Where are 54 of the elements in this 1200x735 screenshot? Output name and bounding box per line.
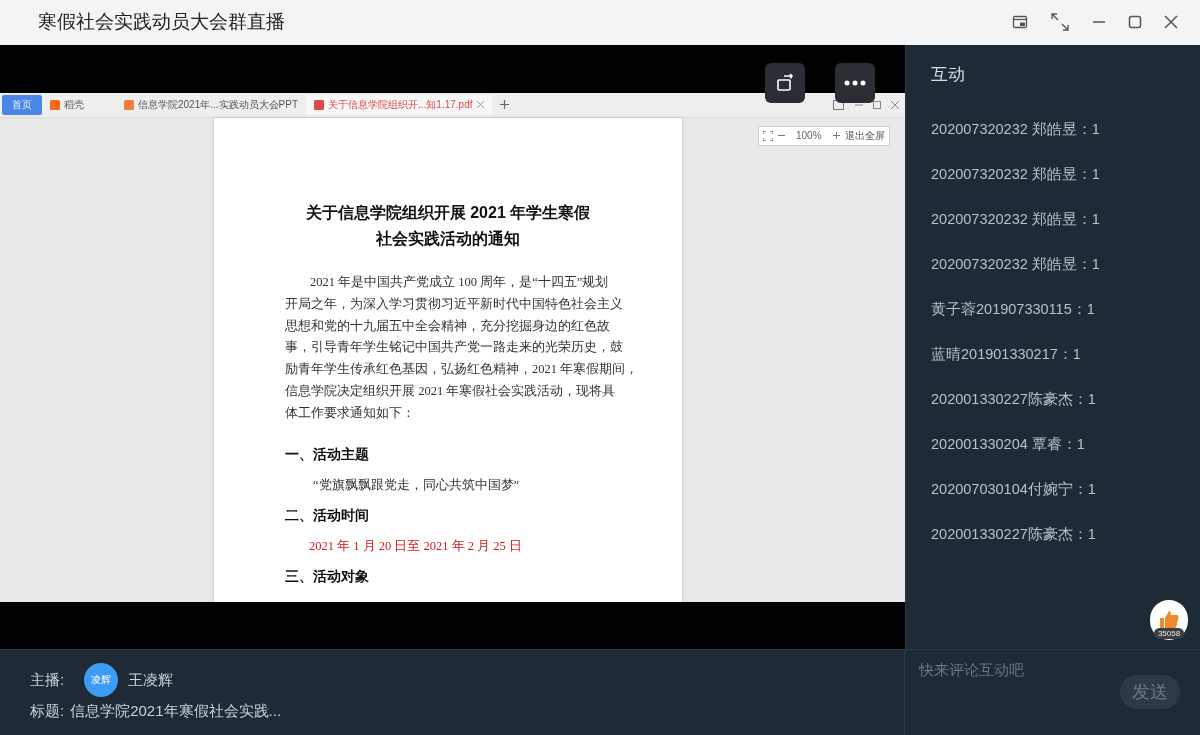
more-button[interactable] xyxy=(835,62,875,103)
stream-title: 信息学院2021年寒假社会实践... xyxy=(70,701,282,721)
comment-text: 202007320232 郑皓昱：1 xyxy=(931,209,1101,229)
rotate-button[interactable] xyxy=(765,62,805,103)
exit-fullscreen-button[interactable]: 退出全屏 xyxy=(844,128,885,143)
fit-screen-icon[interactable] xyxy=(763,130,773,141)
paragraph-line: 2021 年是中国共产党成立 100 周年，是“十四五”规划 xyxy=(310,273,609,291)
add-tab-icon[interactable] xyxy=(499,100,509,110)
document-title: 社会实践活动的通知 xyxy=(376,228,520,249)
like-button[interactable]: 35058 xyxy=(1150,599,1188,640)
close-icon[interactable] xyxy=(1164,15,1178,30)
comment-text: 202001330204 覃睿：1 xyxy=(931,434,1086,454)
rotate-icon xyxy=(775,72,795,93)
file-icon xyxy=(314,99,325,110)
app-tab[interactable]: 关于信息学院组织开...知1.17.pdf xyxy=(306,94,492,115)
section-heading: 三、活动对象 xyxy=(285,566,369,586)
paragraph-line: 事，引导青年学生铭记中国共产党一路走来的光荣历史，鼓 xyxy=(285,339,623,357)
quote-text: “党旗飘飘跟党走，同心共筑中国梦” xyxy=(313,476,520,494)
app-tab[interactable]: 信息学院2021年...实践动员大会PPT xyxy=(116,94,307,115)
paragraph-line: 开局之年，为深入学习贯彻习近平新时代中国特色社会主义 xyxy=(285,295,623,313)
host-name: 王凌辉 xyxy=(128,670,174,690)
host-label: 主播: xyxy=(30,670,65,690)
paragraph-line: 信息学院决定组织开展 2021 年寒假社会实践活动，现将具 xyxy=(285,382,616,400)
file-icon xyxy=(124,99,134,110)
date-text: 2021 年 1 月 20 日至 2021 年 2 月 25 日 xyxy=(309,537,522,555)
comment-text: 202007320232 郑皓昱：1 xyxy=(931,254,1101,274)
thumbs-up-icon xyxy=(1159,609,1179,628)
host-avatar: 凌辉 xyxy=(84,663,119,698)
section-heading: 二、活动时间 xyxy=(285,505,369,525)
popout-window-icon[interactable] xyxy=(1012,14,1028,31)
section-heading: 一、活动主题 xyxy=(285,444,369,464)
comment-text: 202001330227陈豪杰：1 xyxy=(931,524,1097,544)
more-icon xyxy=(844,79,866,86)
title-label: 标题: xyxy=(30,701,65,721)
window-title: 寒假社会实践动员大会群直播 xyxy=(38,10,285,35)
panel-title: 互动 xyxy=(931,63,966,86)
zoom-level: 100% xyxy=(795,130,823,142)
close-icon[interactable] xyxy=(891,100,899,109)
comment-text: 蓝晴201901330217：1 xyxy=(931,344,1082,364)
comment-text: 202007320232 郑皓昱：1 xyxy=(931,164,1101,184)
paragraph-line: 思想和党的十九届五中全会精神，充分挖掘身边的红色故 xyxy=(285,317,610,335)
document-title: 关于信息学院组织开展 2021 年学生寒假 xyxy=(305,202,591,223)
paragraph-line: 体工作要求通知如下： xyxy=(285,404,415,422)
comment-text: 202007030104付婉宁：1 xyxy=(931,479,1097,499)
expand-icon[interactable] xyxy=(1050,12,1070,33)
zoom-in-icon[interactable] xyxy=(832,132,840,140)
comment-text: 202007320232 郑皓昱：1 xyxy=(931,119,1101,139)
app-tab[interactable]: 稻壳 xyxy=(42,94,116,115)
comment-text: 202001330227陈豪杰：1 xyxy=(931,389,1097,409)
maximize-icon[interactable] xyxy=(1128,15,1142,30)
comment-text: 黄子蓉201907330115：1 xyxy=(931,299,1096,319)
maximize-icon[interactable] xyxy=(873,100,881,109)
paragraph-line: 励青年学生传承红色基因，弘扬红色精神，2021 年寒假期间， xyxy=(285,361,639,379)
file-icon xyxy=(50,99,60,110)
